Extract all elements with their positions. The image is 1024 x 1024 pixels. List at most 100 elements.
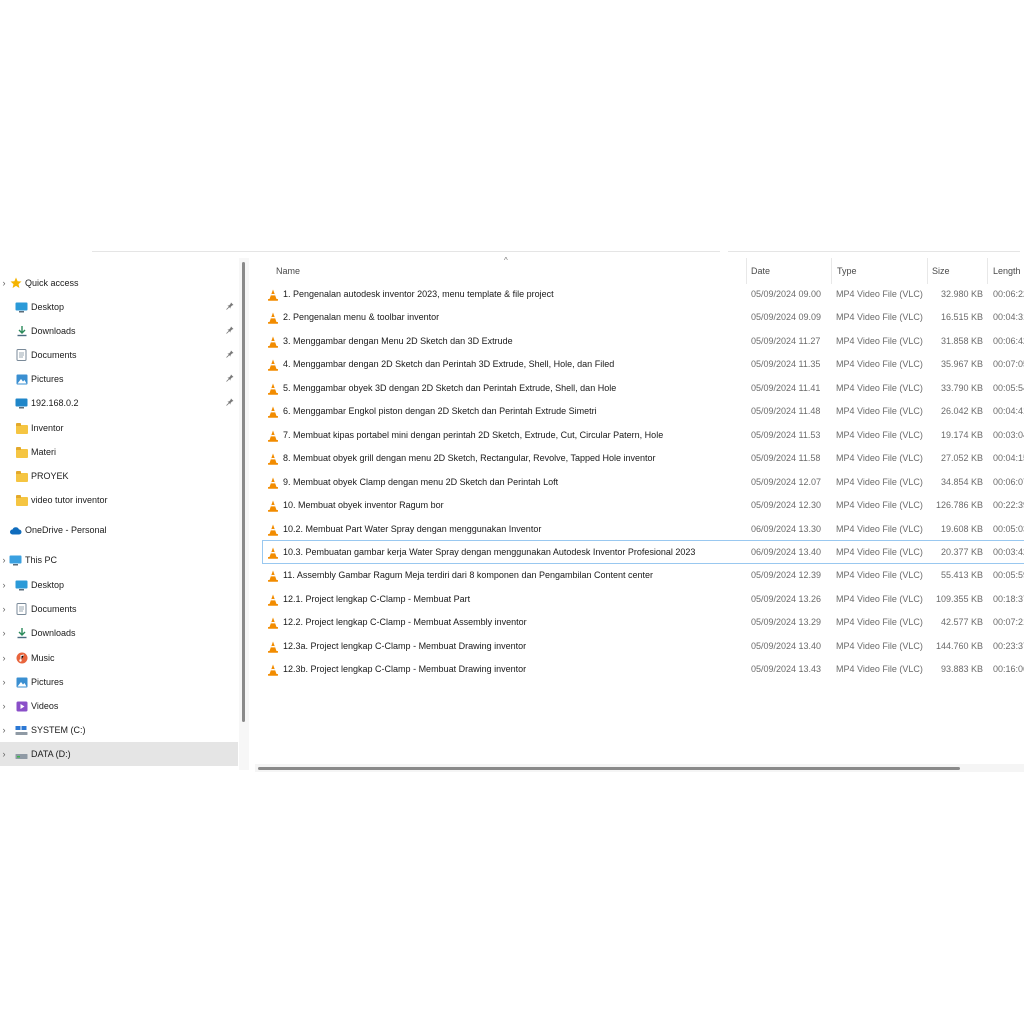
navigation-pane: › Quick access Desktop Downloads Documents Pi… (0, 260, 240, 770)
file-row[interactable]: 10.2. Membuat Part Water Spray dengan me… (263, 518, 1024, 540)
file-size: 93.883 KB (940, 664, 983, 675)
column-header-type[interactable]: Type (837, 262, 857, 280)
vlc-file-icon (267, 288, 279, 301)
sidebar-item-label: Downloads (31, 628, 76, 638)
file-type: MP4 Video File (VLC) (836, 547, 923, 557)
file-row[interactable]: 1. Pengenalan autodesk inventor 2023, me… (263, 283, 1024, 305)
sidebar-item[interactable]: Desktop (0, 295, 238, 319)
chevron-right-icon[interactable]: › (0, 646, 8, 670)
navigation-scrollbar-thumb[interactable] (242, 262, 245, 722)
chevron-right-icon[interactable]: › (0, 548, 8, 572)
sidebar-item-label: This PC (25, 555, 58, 565)
file-row[interactable]: 5. Menggambar obyek 3D dengan 2D Sketch … (263, 377, 1024, 399)
chevron-right-icon[interactable]: › (0, 597, 8, 621)
file-length: 00:04:15 (993, 453, 1024, 464)
sidebar-item[interactable]: › SYSTEM (C:) (0, 718, 238, 742)
column-separator[interactable] (927, 258, 928, 284)
file-row[interactable]: 4. Menggambar dengan 2D Sketch dan Perin… (263, 353, 1024, 375)
chevron-right-icon[interactable]: › (0, 573, 8, 597)
vlc-file-icon (267, 382, 279, 395)
file-row[interactable]: 12.2. Project lengkap C-Clamp - Membuat … (263, 611, 1024, 633)
file-date: 05/09/2024 12.39 (751, 570, 822, 581)
file-date: 05/09/2024 09.09 (751, 312, 822, 323)
file-row[interactable]: 2. Pengenalan menu & toolbar inventor 05/… (263, 306, 1024, 328)
column-header-date[interactable]: Date (751, 262, 770, 280)
chevron-right-icon[interactable]: › (0, 694, 8, 718)
sidebar-item-label: Pictures (31, 677, 64, 687)
file-name: 1. Pengenalan autodesk inventor 2023, me… (283, 289, 554, 299)
sidebar-item[interactable]: video tutor inventor (0, 488, 238, 512)
file-name: 12.1. Project lengkap C-Clamp - Membuat … (283, 593, 471, 604)
sort-ascending-icon: ^ (504, 256, 508, 265)
file-date: 05/09/2024 11.35 (751, 359, 821, 370)
sidebar-item[interactable]: Documents (0, 343, 238, 367)
sidebar-item-label: Music (31, 653, 55, 663)
file-list-horizontal-scrollbar-thumb[interactable] (258, 767, 960, 770)
file-row[interactable]: 6. Menggambar Engkol piston dengan 2D Sk… (263, 400, 1024, 422)
sidebar-item[interactable]: › Documents (0, 597, 238, 621)
sidebar-item-label: Documents (31, 604, 77, 614)
file-row[interactable]: 8. Membuat obyek grill dengan menu 2D Sk… (263, 447, 1024, 469)
music-icon (15, 652, 28, 664)
file-date: 05/09/2024 12.07 (751, 476, 822, 487)
sidebar-item[interactable]: Materi (0, 440, 238, 464)
chevron-right-icon[interactable]: › (0, 271, 8, 295)
chevron-right-icon[interactable]: › (0, 621, 8, 645)
file-type: MP4 Video File (VLC) (836, 640, 923, 651)
file-row[interactable]: 11. Assembly Gambar Ragum Meja terdiri d… (263, 564, 1024, 586)
file-date: 05/09/2024 11.53 (751, 429, 821, 440)
sidebar-item[interactable]: › This PC (0, 548, 238, 572)
column-separator[interactable] (746, 258, 747, 284)
folder-icon (15, 446, 28, 458)
sidebar-item[interactable]: Pictures (0, 367, 238, 391)
sidebar-item-label: Videos (31, 701, 59, 711)
sidebar-item-label: Desktop (31, 580, 65, 590)
file-size: 19.608 KB (940, 523, 983, 534)
sidebar-item[interactable]: › Pictures (0, 670, 238, 694)
file-row[interactable]: 9. Membuat obyek Clamp dengan menu 2D Sk… (263, 471, 1024, 493)
sidebar-item-label: Documents (31, 350, 77, 360)
column-header-name[interactable]: Name (276, 262, 300, 280)
file-row[interactable]: 12.1. Project lengkap C-Clamp - Membuat … (263, 588, 1024, 610)
file-row[interactable]: 10. Membuat obyek inventor Ragum bor 05/0… (263, 494, 1024, 516)
cloud-icon (9, 524, 22, 536)
file-row[interactable]: 12.3b. Project lengkap C-Clamp - Membuat… (263, 658, 1024, 680)
sidebar-item[interactable]: › Videos (0, 694, 238, 718)
sidebar-item[interactable]: › Music (0, 646, 238, 670)
sidebar-item[interactable]: Inventor (0, 416, 238, 440)
file-date: 05/09/2024 13.29 (751, 617, 822, 628)
sidebar-item[interactable]: OneDrive - Personal (0, 518, 238, 542)
chevron-right-icon[interactable]: › (0, 742, 8, 766)
sidebar-item[interactable]: › DATA (D:) (0, 742, 238, 766)
file-row[interactable]: 10.3. Pembuatan gambar kerja Water Spray… (262, 540, 1024, 564)
file-length: 00:05:59 (993, 570, 1024, 581)
chevron-right-icon[interactable]: › (0, 718, 8, 742)
chevron-right-icon[interactable]: › (0, 670, 8, 694)
sidebar-item-label: 192.168.0.2 (31, 398, 79, 408)
file-date: 05/09/2024 11.58 (751, 453, 821, 464)
sidebar-item[interactable]: PROYEK (0, 464, 238, 488)
sidebar-item[interactable]: 192.168.0.2 (0, 391, 238, 415)
column-separator[interactable] (831, 258, 832, 284)
vlc-file-icon (267, 358, 279, 372)
sidebar-item[interactable]: Downloads (0, 319, 238, 343)
file-type: MP4 Video File (VLC) (836, 523, 923, 534)
column-header-length[interactable]: Length (993, 262, 1021, 280)
desktop-icon (15, 579, 28, 591)
file-row[interactable]: 7. Membuat kipas portabel mini dengan pe… (263, 424, 1024, 446)
sidebar-item[interactable]: › Downloads (0, 621, 238, 645)
folder-icon (15, 422, 28, 434)
sidebar-item-label: PROYEK (31, 471, 69, 481)
sidebar-item[interactable]: › Desktop (0, 573, 238, 597)
file-size: 20.377 KB (940, 547, 983, 557)
file-type: MP4 Video File (VLC) (836, 476, 923, 487)
column-header-size[interactable]: Size (932, 262, 950, 280)
file-row[interactable]: 12.3a. Project lengkap C-Clamp - Membuat… (263, 635, 1024, 657)
file-row[interactable]: 3. Menggambar dengan Menu 2D Sketch dan … (263, 330, 1024, 352)
file-size: 34.854 KB (940, 476, 983, 487)
vlc-file-icon (267, 640, 279, 653)
file-date: 05/09/2024 13.26 (751, 593, 822, 604)
sidebar-item[interactable]: › Quick access (0, 271, 238, 295)
column-separator[interactable] (987, 258, 988, 284)
file-date: 06/09/2024 13.40 (751, 547, 822, 557)
